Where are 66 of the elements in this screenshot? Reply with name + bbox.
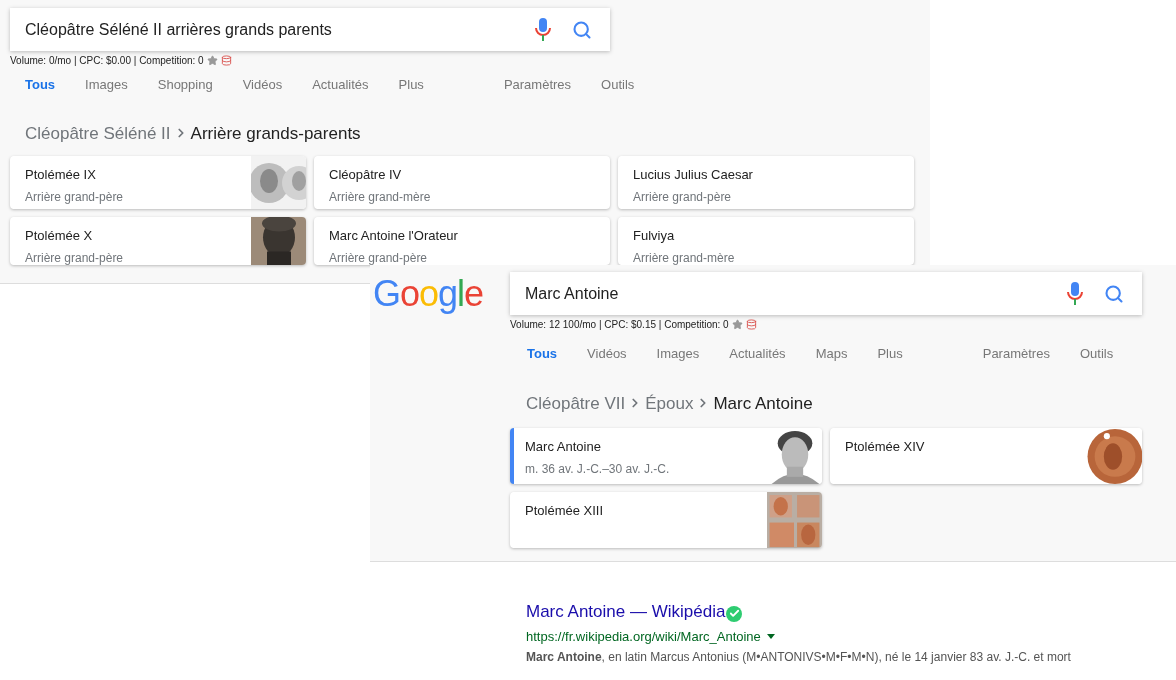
breadcrumb-item: Marc Antoine (713, 392, 813, 415)
result-title-link[interactable]: Marc Antoine — Wikipédia (526, 599, 726, 625)
entity-card[interactable]: Cléopâtre IV Arrière grand-mère (314, 156, 610, 209)
search-tab[interactable]: Vidéos (242, 75, 283, 95)
search-query: Marc Antoine (525, 283, 620, 304)
search-field[interactable]: Cléopâtre Séléné II arrières grands parents (10, 8, 610, 51)
search-tab[interactable]: Images (85, 75, 128, 95)
search-icon[interactable] (1104, 283, 1124, 304)
search-tab[interactable]: Plus (877, 344, 903, 364)
entity-name: Cléopâtre IV (329, 166, 403, 184)
entity-description: Arrière grand-mère (633, 249, 736, 265)
search-tool[interactable]: Outils (601, 75, 635, 95)
search-icon[interactable] (572, 19, 592, 40)
keyword-stats: Volume: 0/mo | CPC: $0.00 | Competition: 0 (10, 54, 204, 68)
search-tool[interactable]: Outils (1079, 344, 1114, 364)
search-tab[interactable]: Plus (398, 75, 424, 95)
entity-name: Ptolémée XIV (845, 438, 926, 456)
search-tab[interactable]: Tous (527, 344, 558, 364)
search-query: Cléopâtre Séléné II arrières grands parents (25, 19, 333, 40)
star-icon[interactable] (731, 319, 743, 330)
entity-name: Marc Antoine (525, 438, 602, 456)
entity-card[interactable]: Marc Antoine l'Orateur Arrière grand-père (314, 217, 610, 265)
search-tab[interactable]: Images (656, 344, 700, 364)
entity-card[interactable]: Ptolémée XIII (510, 492, 822, 548)
search-tab[interactable]: Shopping (157, 75, 213, 95)
microphone-icon[interactable] (1067, 281, 1083, 306)
search-tab[interactable]: Tous (25, 75, 56, 95)
verified-icon (726, 605, 743, 622)
entity-card[interactable]: Ptolémée XIV (830, 428, 1142, 484)
breadcrumb-item[interactable]: Cléopâtre Séléné II (25, 120, 171, 146)
entity-card[interactable]: Ptolémée X Arrière grand-père (10, 217, 306, 265)
entity-card[interactable]: Fulviya Arrière grand-mère (618, 217, 914, 265)
search-tab[interactable]: Actualités (729, 344, 786, 364)
entity-card[interactable]: Lucius Julius Caesar Arrière grand-père (618, 156, 914, 209)
breadcrumb-item: Arrière grands-parents (190, 122, 361, 145)
entity-name: Ptolémée X (25, 227, 94, 245)
database-icon[interactable] (220, 55, 232, 66)
entity-name: Lucius Julius Caesar (633, 166, 754, 184)
result-snippet: Marc Antoine, en latin Marcus Antonius (M•ANTONIVS•M•F•M•N), né le 14 janvier 83 av. J.-C. et mort (526, 649, 1072, 666)
search-tool[interactable]: Paramètres (503, 75, 572, 95)
entity-name: Fulviya (633, 227, 676, 245)
entity-name: Ptolémée XIII (525, 502, 605, 520)
entity-description: Arrière grand-père (25, 188, 125, 206)
entity-description: Arrière grand-mère (329, 188, 432, 206)
entity-card[interactable]: Ptolémée IX Arrière grand-père (10, 156, 306, 209)
search-tab[interactable]: Maps (815, 344, 848, 364)
breadcrumb-item[interactable]: Époux (645, 390, 694, 416)
entity-description: m. 36 av. J.-C.–30 av. J.-C. (525, 460, 671, 478)
entity-name: Ptolémée IX (25, 166, 97, 184)
search-tool[interactable]: Paramètres (982, 344, 1050, 364)
search-field[interactable]: Marc Antoine (510, 272, 1142, 315)
search-tab[interactable]: Actualités (312, 75, 369, 95)
database-icon[interactable] (745, 319, 757, 330)
result-url[interactable]: https://fr.wikipedia.org/wiki/Marc_Antoine (526, 626, 761, 646)
microphone-icon[interactable] (535, 17, 551, 42)
search-tab[interactable]: Vidéos (587, 344, 627, 364)
star-icon[interactable] (206, 55, 218, 66)
entity-card[interactable]: Marc Antoine m. 36 av. J.-C.–30 av. J.-C. (510, 428, 822, 484)
entity-description: Arrière grand-père (633, 188, 733, 206)
dropdown-caret-icon[interactable] (766, 633, 775, 639)
entity-description: Arrière grand-père (25, 249, 125, 265)
logo[interactable]: Google (370, 272, 510, 316)
breadcrumb-item[interactable]: Cléopâtre VII (526, 390, 626, 416)
entity-name: Marc Antoine l'Orateur (329, 227, 459, 245)
entity-description: Arrière grand-père (329, 249, 429, 265)
keyword-stats: Volume: 12 100/mo | CPC: $0.15 | Competition: 0 (510, 318, 729, 332)
